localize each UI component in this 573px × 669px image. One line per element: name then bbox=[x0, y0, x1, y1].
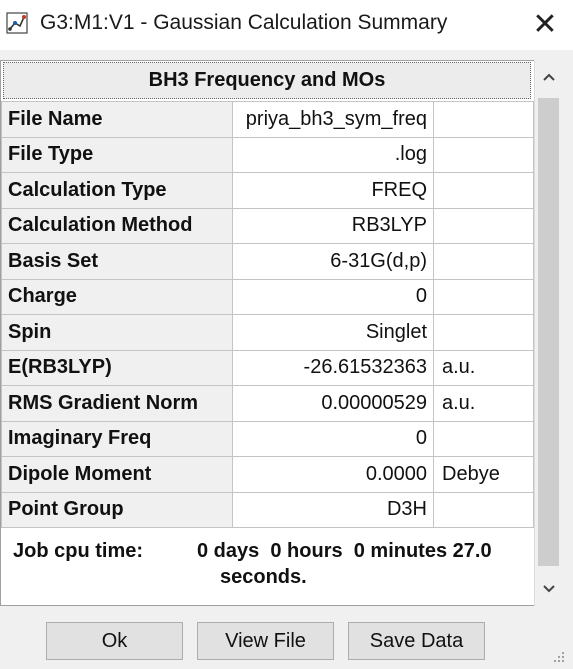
job-cpu-label: Job cpu time: bbox=[13, 540, 144, 562]
close-icon: ✕ bbox=[532, 7, 558, 41]
job-cpu-value: 0 days 0 hours 0 minutes 27.0 bbox=[197, 540, 492, 562]
table-row: Calculation Type FREQ bbox=[1, 172, 534, 209]
row-label: Calculation Method bbox=[1, 207, 233, 244]
scroll-up-button[interactable] bbox=[535, 60, 563, 94]
summary-header: BH3 Frequency and MOs bbox=[3, 62, 531, 99]
table-row: E(RB3LYP) -26.61532363 a.u. bbox=[1, 349, 534, 386]
row-label: File Name bbox=[1, 101, 233, 138]
row-unit bbox=[433, 172, 534, 209]
row-value: .log bbox=[232, 136, 434, 173]
row-label: Dipole Moment bbox=[1, 456, 233, 493]
job-cpu-value-cont: seconds. bbox=[220, 566, 307, 588]
row-label: E(RB3LYP) bbox=[1, 349, 233, 386]
row-unit: a.u. bbox=[433, 349, 534, 386]
row-value: Singlet bbox=[232, 314, 434, 351]
row-unit bbox=[433, 207, 534, 244]
gaussview-molecule-icon bbox=[6, 12, 28, 34]
row-unit bbox=[433, 278, 534, 315]
resize-grip-icon[interactable] bbox=[550, 648, 566, 664]
summary-panel: BH3 Frequency and MOs File Name priya_bh3… bbox=[0, 60, 534, 606]
row-label: Basis Set bbox=[1, 243, 233, 280]
save-data-button[interactable]: Save Data bbox=[348, 622, 485, 660]
row-value: 0.00000529 bbox=[232, 385, 434, 422]
row-label: Imaginary Freq bbox=[1, 420, 233, 457]
row-value: priya_bh3_sym_freq bbox=[232, 101, 434, 138]
row-value: 0 bbox=[232, 278, 434, 315]
row-value: 0.0000 bbox=[232, 456, 434, 493]
ok-button[interactable]: Ok bbox=[46, 622, 183, 660]
table-row: Point Group D3H bbox=[1, 491, 534, 528]
table-row: Imaginary Freq 0 bbox=[1, 420, 534, 457]
chevron-up-icon bbox=[543, 73, 555, 81]
row-unit bbox=[433, 243, 534, 280]
view-file-button[interactable]: View File bbox=[197, 622, 334, 660]
scroll-down-button[interactable] bbox=[535, 572, 563, 606]
table-row: Basis Set 6-31G(d,p) bbox=[1, 243, 534, 280]
row-value: D3H bbox=[232, 491, 434, 528]
row-value: 6-31G(d,p) bbox=[232, 243, 434, 280]
row-value: RB3LYP bbox=[232, 207, 434, 244]
row-value: FREQ bbox=[232, 172, 434, 209]
table-row: Spin Singlet bbox=[1, 314, 534, 351]
chevron-down-icon bbox=[543, 585, 555, 593]
summary-table: File Name priya_bh3_sym_freq File Type .log… bbox=[1, 101, 534, 528]
table-row: Charge 0 bbox=[1, 278, 534, 315]
row-unit bbox=[433, 314, 534, 351]
window-title: G3:M1:V1 - Gaussian Calculation Summary bbox=[40, 11, 448, 34]
table-row: RMS Gradient Norm 0.00000529 a.u. bbox=[1, 385, 534, 422]
row-value: -26.61532363 bbox=[232, 349, 434, 386]
close-button[interactable]: ✕ bbox=[525, 6, 565, 42]
scroll-thumb[interactable] bbox=[538, 98, 559, 566]
row-label: Point Group bbox=[1, 491, 233, 528]
row-unit bbox=[433, 101, 534, 138]
table-row: Calculation Method RB3LYP bbox=[1, 207, 534, 244]
row-label: Calculation Type bbox=[1, 172, 233, 209]
row-unit bbox=[433, 136, 534, 173]
table-row: File Type .log bbox=[1, 136, 534, 173]
title-bar: G3:M1:V1 - Gaussian Calculation Summary … bbox=[0, 0, 573, 50]
row-label: Charge bbox=[1, 278, 233, 315]
row-unit bbox=[433, 491, 534, 528]
row-unit bbox=[433, 420, 534, 457]
row-label: RMS Gradient Norm bbox=[1, 385, 233, 422]
row-label: File Type bbox=[1, 136, 233, 173]
table-row: File Name priya_bh3_sym_freq bbox=[1, 101, 534, 138]
row-label: Spin bbox=[1, 314, 233, 351]
vertical-scrollbar[interactable] bbox=[534, 60, 562, 606]
row-value: 0 bbox=[232, 420, 434, 457]
row-unit: Debye bbox=[433, 456, 534, 493]
row-unit: a.u. bbox=[433, 385, 534, 422]
table-row: Dipole Moment 0.0000 Debye bbox=[1, 456, 534, 493]
